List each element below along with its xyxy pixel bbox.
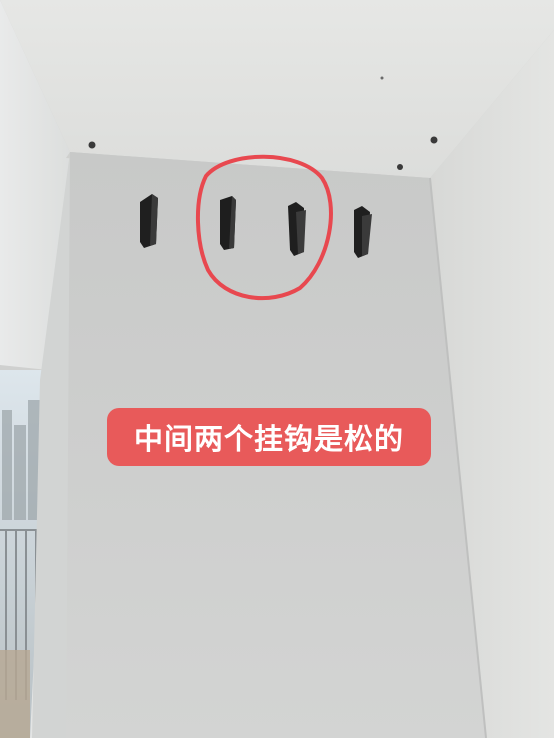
hook-1 xyxy=(140,194,158,248)
hook-3 xyxy=(288,202,306,256)
debris-box xyxy=(0,650,30,738)
photo-scene: 中间两个挂钩是松的 xyxy=(0,0,554,738)
caption-label: 中间两个挂钩是松的 xyxy=(107,408,431,466)
hook-2 xyxy=(220,196,236,250)
cabinet-photo xyxy=(0,0,554,738)
